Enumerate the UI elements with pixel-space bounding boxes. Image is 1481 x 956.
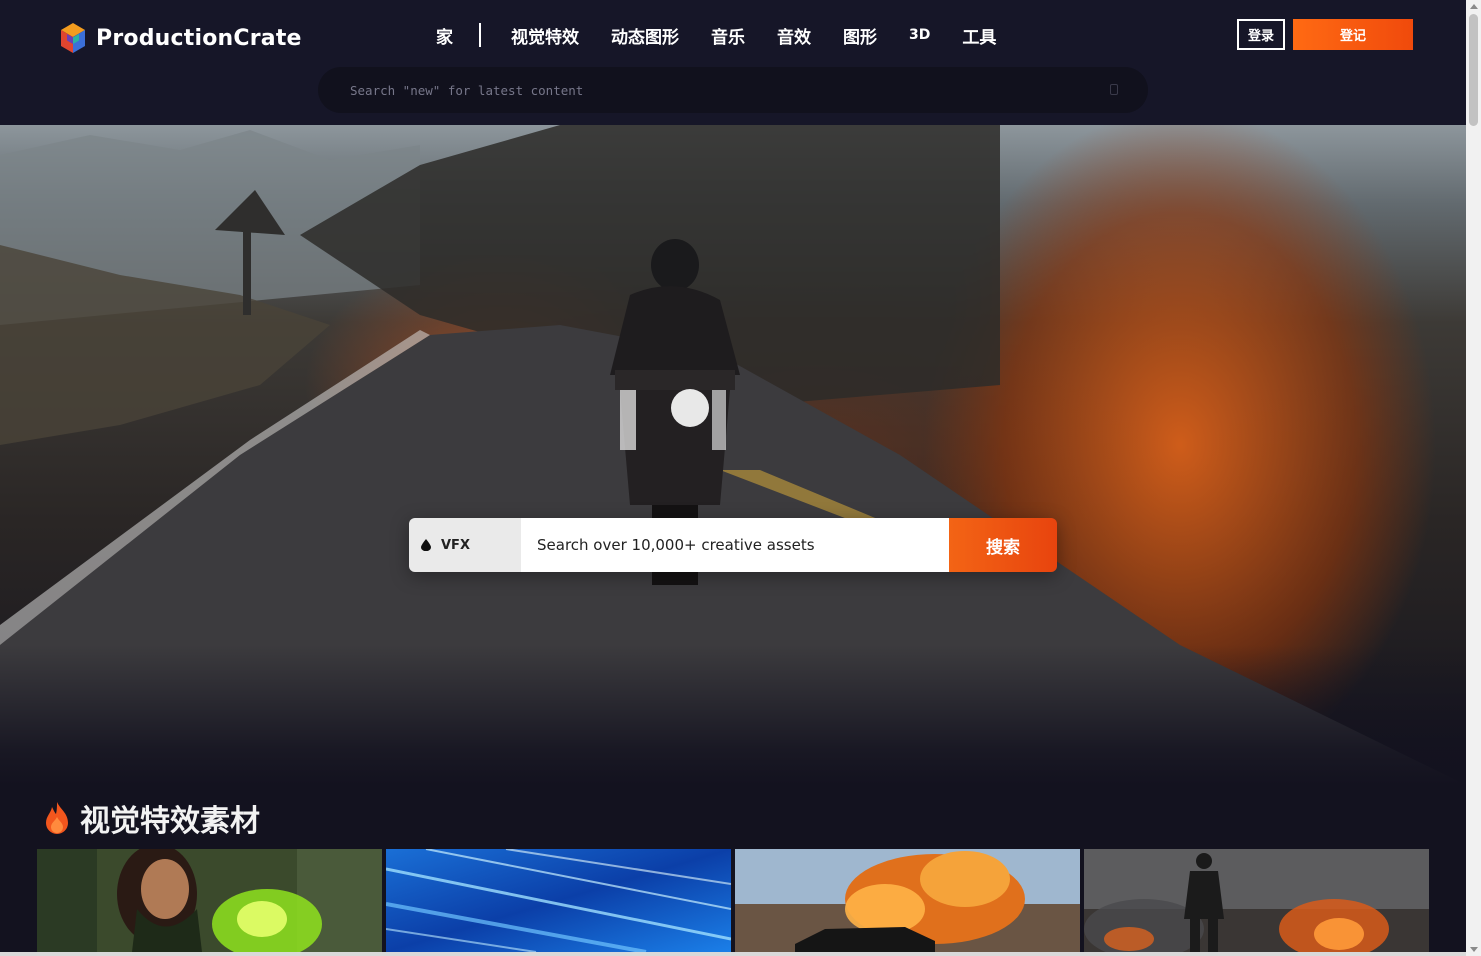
- nav-item-vfx[interactable]: 视觉特效: [495, 23, 595, 48]
- card-thumbnail: [37, 849, 382, 952]
- card-green-magic[interactable]: [37, 849, 382, 952]
- scroll-down-icon[interactable]: [1470, 947, 1478, 952]
- section-header: 视觉特效素材: [44, 798, 260, 839]
- card-car-explosion[interactable]: [735, 849, 1080, 952]
- scroll-thumb[interactable]: [1469, 14, 1478, 126]
- card-man-fire[interactable]: [1084, 849, 1429, 952]
- bottom-edge: [0, 952, 1466, 956]
- hero-search-input[interactable]: [537, 536, 949, 554]
- nav-item-3d[interactable]: 3D: [893, 27, 946, 43]
- site-header: ProductionCrate 家 视觉特效 动态图形 音乐 音效 图形 3D …: [0, 0, 1466, 125]
- top-search-input[interactable]: [350, 82, 1090, 98]
- scroll-up-icon[interactable]: [1470, 4, 1478, 9]
- card-thumbnail: [735, 849, 1080, 952]
- hero-search-bar: VFX 搜索: [409, 518, 1057, 572]
- clipboard-icon: [1110, 84, 1118, 95]
- section-title: 视觉特效素材: [80, 804, 260, 839]
- register-button[interactable]: 登记: [1293, 19, 1413, 50]
- card-blue-speed-lines[interactable]: [386, 849, 731, 952]
- asset-cards: [37, 849, 1429, 952]
- category-label: VFX: [441, 537, 470, 553]
- nav-item-motion-graphics[interactable]: 动态图形: [595, 23, 695, 48]
- brand-name: ProductionCrate: [96, 25, 302, 51]
- page-scrollbar[interactable]: [1466, 0, 1481, 956]
- hero-search-field[interactable]: [521, 518, 949, 572]
- nav-item-music[interactable]: 音乐: [695, 23, 761, 48]
- card-thumbnail: [386, 849, 731, 952]
- top-search-bar[interactable]: [318, 67, 1148, 113]
- nav-item-graphics[interactable]: 图形: [827, 23, 893, 48]
- nav-item-tools[interactable]: 工具: [946, 23, 1012, 48]
- category-select[interactable]: VFX: [409, 518, 521, 572]
- hero-fade: [0, 645, 1466, 785]
- cube-logo-icon: [61, 23, 85, 53]
- nav-item-sound-effects[interactable]: 音效: [761, 23, 827, 48]
- card-thumbnail: [1084, 849, 1429, 952]
- droplet-icon: [421, 539, 431, 551]
- main-nav: 家 视觉特效 动态图形 音乐 音效 图形 3D 工具: [420, 20, 1012, 50]
- nav-divider: [479, 23, 481, 47]
- login-button[interactable]: 登录: [1237, 19, 1285, 50]
- nav-item-home[interactable]: 家: [420, 23, 469, 48]
- search-button[interactable]: 搜索: [949, 518, 1057, 572]
- hero-banner: [0, 125, 1466, 785]
- fire-icon: [46, 802, 68, 834]
- brand-logo[interactable]: ProductionCrate: [60, 20, 302, 56]
